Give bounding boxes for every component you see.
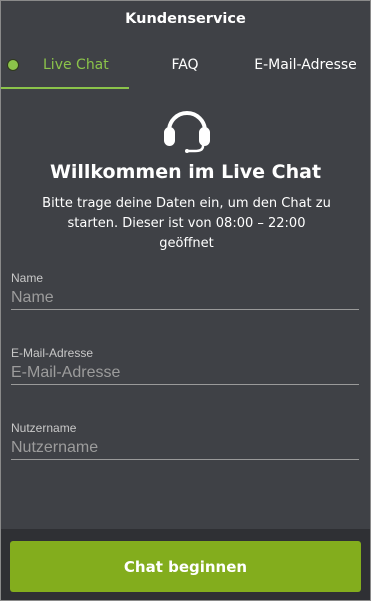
email-label: E-Mail-Adresse [11, 346, 94, 360]
welcome-title: Willkommen im Live Chat [49, 161, 322, 183]
name-label: Name [11, 271, 44, 285]
tab-live-chat-label: Live Chat [43, 57, 109, 73]
tab-faq[interactable]: FAQ [129, 45, 241, 85]
tab-faq-label: FAQ [171, 57, 199, 73]
username-input[interactable] [11, 437, 359, 460]
email-input[interactable] [11, 362, 359, 385]
tab-bar: Live Chat FAQ E-Mail-Adresse [1, 45, 370, 89]
active-tab-indicator [1, 87, 129, 89]
username-label: Nutzername [11, 421, 77, 435]
tab-live-chat[interactable]: Live Chat [1, 45, 129, 85]
action-bar: Chat beginnen [1, 529, 370, 600]
name-input[interactable] [11, 287, 359, 310]
tab-email[interactable]: E-Mail-Adresse [241, 45, 370, 85]
widget-header: Kundenservice [1, 1, 370, 41]
start-chat-button[interactable]: Chat beginnen [10, 541, 361, 592]
welcome-subtitle: Bitte trage deine Daten ein, um den Chat… [42, 196, 331, 251]
header-title: Kundenservice [125, 11, 246, 27]
tab-email-label: E-Mail-Adresse [254, 57, 357, 73]
chat-widget: Kundenservice Live Chat FAQ E-Mail-Adres… [0, 0, 371, 601]
headset-icon [164, 111, 210, 153]
online-status-dot-icon [7, 59, 19, 71]
